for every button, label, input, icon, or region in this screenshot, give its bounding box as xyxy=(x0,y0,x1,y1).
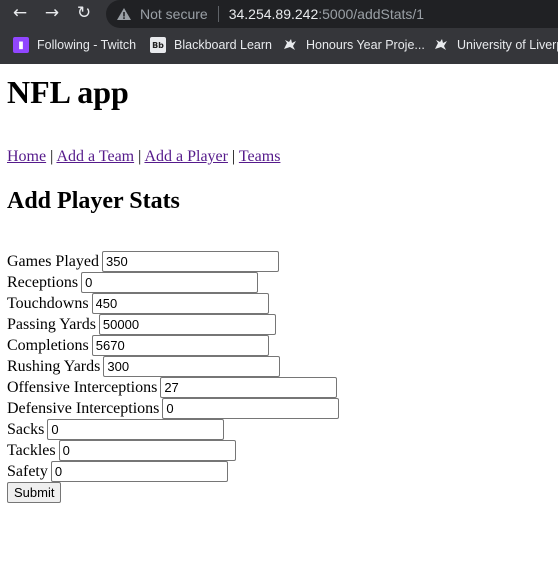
bookmark-twitch[interactable]: ▮ Following - Twitch xyxy=(13,37,136,53)
completions-label: Completions xyxy=(7,336,89,354)
field-row-receptions: Receptions xyxy=(7,272,259,293)
safety-label: Safety xyxy=(7,462,48,480)
reload-icon[interactable]: ↻ xyxy=(72,1,96,25)
field-row-games-played: Games Played xyxy=(7,251,279,272)
rushing-yards-label: Rushing Yards xyxy=(7,357,101,375)
safety-input[interactable] xyxy=(50,461,228,482)
touchdowns-label: Touchdowns xyxy=(7,294,89,312)
liverbird-icon xyxy=(282,37,298,53)
nav-link-home[interactable]: Home xyxy=(7,148,46,165)
nav-separator: | xyxy=(138,148,142,165)
bookmark-label: Honours Year Proje... xyxy=(306,38,425,52)
tackles-input[interactable] xyxy=(58,440,236,461)
completions-input[interactable] xyxy=(91,335,269,356)
nav-link-add-team[interactable]: Add a Team xyxy=(56,148,134,165)
defensive-interceptions-label: Defensive Interceptions xyxy=(7,399,160,417)
field-row-tackles: Tackles xyxy=(7,440,236,461)
offensive-interceptions-input[interactable] xyxy=(160,377,338,398)
nav-separator: | xyxy=(50,148,54,165)
bookmark-label: University of Liverp xyxy=(457,38,558,52)
url-text[interactable]: 34.254.89.242:5000/addStats/1 xyxy=(229,6,424,22)
games-played-input[interactable] xyxy=(101,251,279,272)
field-row-offensive-interceptions: Offensive Interceptions xyxy=(7,377,338,398)
form-heading: Add Player Stats xyxy=(7,188,180,214)
tackles-label: Tackles xyxy=(7,441,56,459)
bookmark-label: Following - Twitch xyxy=(37,38,137,52)
address-bar[interactable]: Not secure 34.254.89.242:5000/addStats/1 xyxy=(106,0,558,28)
sacks-input[interactable] xyxy=(47,419,225,440)
rushing-yards-input[interactable] xyxy=(103,356,281,377)
twitch-icon: ▮ xyxy=(13,37,29,53)
liverbird-icon xyxy=(433,37,449,53)
field-row-defensive-interceptions: Defensive Interceptions xyxy=(7,398,340,419)
touchdowns-input[interactable] xyxy=(91,293,269,314)
field-row-safety: Safety xyxy=(7,461,228,482)
browser-toolbar: ← → ↻ Not secure 34.254.89.242:5000/addS… xyxy=(0,0,558,28)
forward-arrow-icon[interactable]: → xyxy=(40,1,64,25)
field-row-passing-yards: Passing Yards xyxy=(7,314,276,335)
defensive-interceptions-input[interactable] xyxy=(162,398,340,419)
field-row-sacks: Sacks xyxy=(7,419,225,440)
site-nav: Home | Add a Team | Add a Player | Teams xyxy=(7,148,280,166)
receptions-input[interactable] xyxy=(81,272,259,293)
passing-yards-label: Passing Yards xyxy=(7,315,96,333)
nav-link-add-player[interactable]: Add a Player xyxy=(144,148,228,165)
nav-link-teams[interactable]: Teams xyxy=(239,148,281,165)
bookmark-label: Blackboard Learn xyxy=(174,38,272,52)
field-row-completions: Completions xyxy=(7,335,269,356)
omnibox-divider xyxy=(217,6,219,22)
blackboard-icon: Bb xyxy=(150,37,166,53)
bookmark-blackboard[interactable]: Bb Blackboard Learn xyxy=(150,37,272,53)
bookmark-honours-project[interactable]: Honours Year Proje... xyxy=(282,37,425,53)
back-arrow-icon[interactable]: ← xyxy=(8,1,32,25)
receptions-label: Receptions xyxy=(7,273,79,291)
warning-triangle-icon[interactable] xyxy=(116,7,132,21)
url-host: 34.254.89.242 xyxy=(228,6,319,22)
games-played-label: Games Played xyxy=(7,252,99,270)
url-path: :5000/addStats/1 xyxy=(318,6,425,22)
browser-chrome: ← → ↻ Not secure 34.254.89.242:5000/addS… xyxy=(0,0,558,64)
passing-yards-input[interactable] xyxy=(98,314,276,335)
field-row-touchdowns: Touchdowns xyxy=(7,293,269,314)
bookmarks-bar: ▮ Following - Twitch Bb Blackboard Learn… xyxy=(0,28,558,64)
nav-separator: | xyxy=(231,148,236,165)
offensive-interceptions-label: Offensive Interceptions xyxy=(7,378,158,396)
sacks-label: Sacks xyxy=(7,420,45,438)
security-status-label[interactable]: Not secure xyxy=(140,6,208,22)
app-title: NFL app xyxy=(7,74,129,110)
field-row-rushing-yards: Rushing Yards xyxy=(7,356,281,377)
submit-button[interactable]: Submit xyxy=(7,482,62,503)
bookmark-university[interactable]: University of Liverp xyxy=(433,37,558,53)
